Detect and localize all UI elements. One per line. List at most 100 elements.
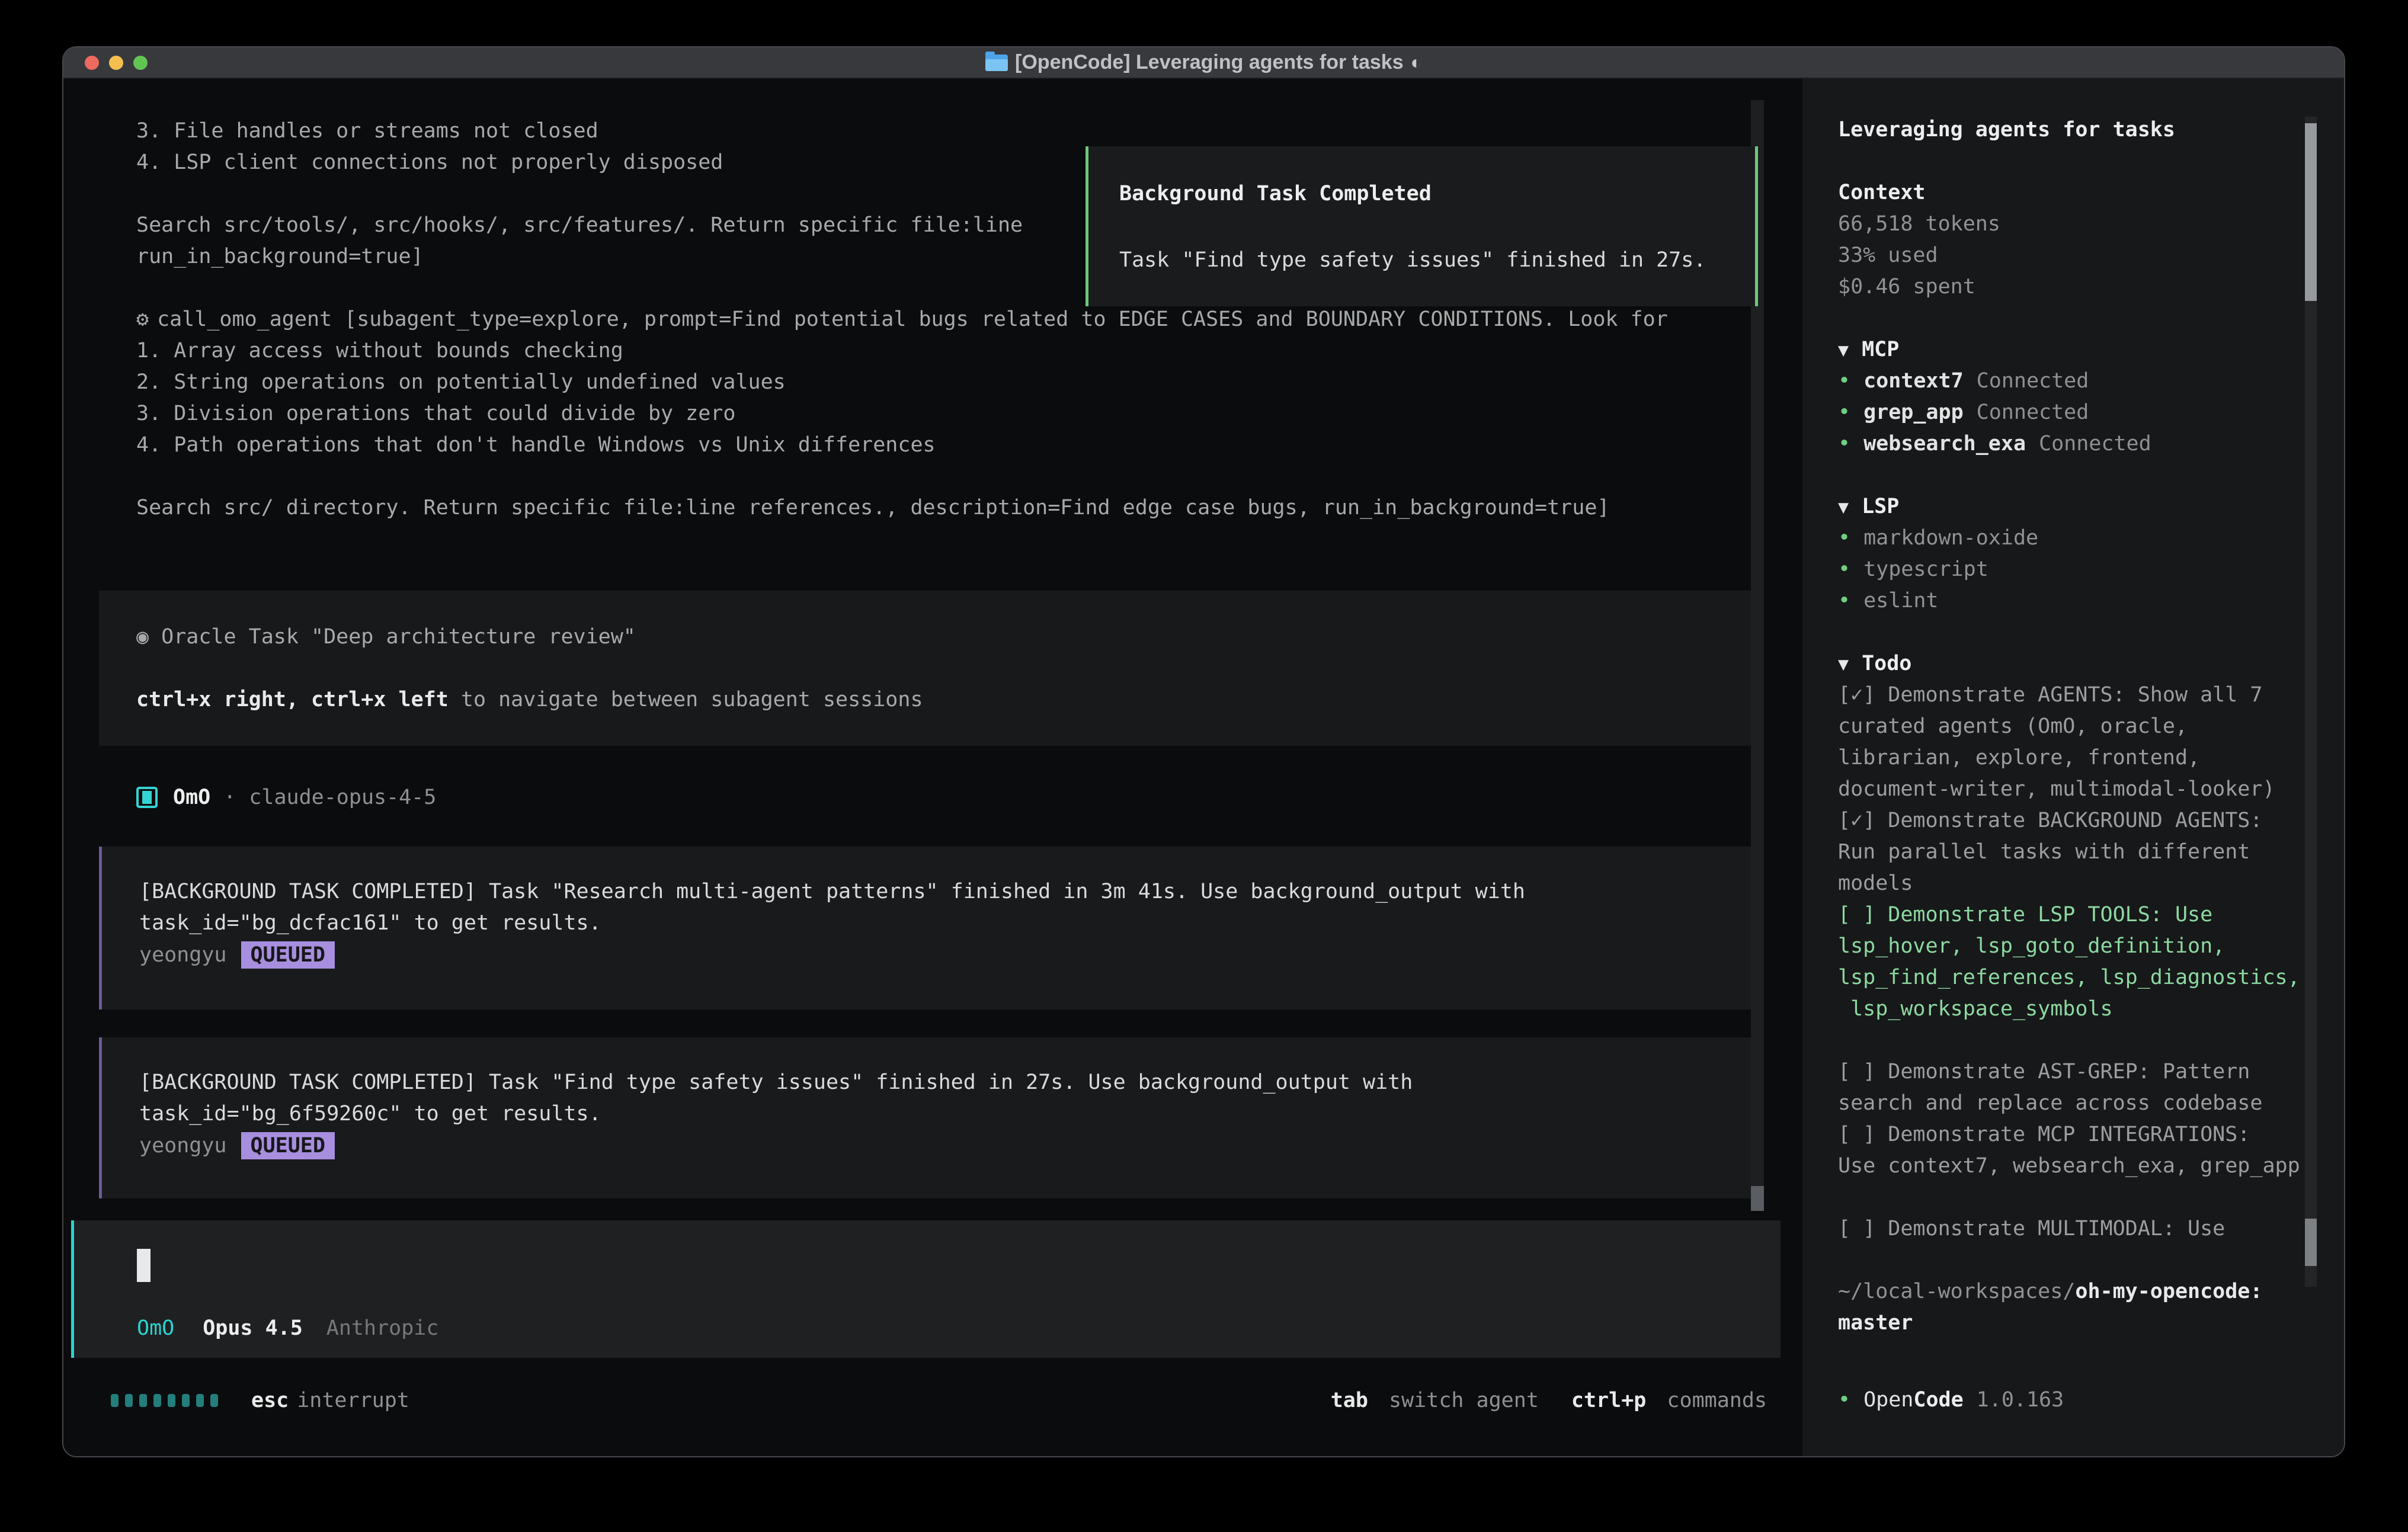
lsp-item: •typescript [1838, 554, 2344, 585]
model-row: OmO Opus 4.5 Anthropic [137, 1312, 438, 1344]
status-left: esc interrupt [111, 1384, 409, 1416]
mcp-heading-label: MCP [1862, 338, 1899, 361]
lsp-section-heading[interactable]: ▼ LSP [1838, 491, 2344, 523]
lsp-heading-label: LSP [1862, 495, 1899, 518]
todo-line: [ ] Demonstrate MULTIMODAL: Use [1838, 1213, 2344, 1245]
minimize-button[interactable] [109, 56, 123, 70]
todo-line-active: lsp_find_references, lsp_diagnostics, [1838, 962, 2344, 993]
oracle-task-panel: ◉ Oracle Task "Deep architecture review"… [99, 591, 1754, 746]
tab-key-label: switch agent [1389, 1389, 1539, 1412]
oracle-icon: ◉ [136, 625, 149, 649]
commands-key-hint: ctrl+p [1571, 1389, 1646, 1412]
sidebar-scrollbar-thumb[interactable] [2305, 123, 2317, 301]
chevron-down-icon: ▼ [1838, 654, 1849, 675]
oracle-task-title-text: Oracle Task "Deep architecture review" [149, 625, 636, 649]
queued-badge: QUEUED [241, 1132, 335, 1159]
background-task-message: [BACKGROUND TASK COMPLETED] Task "Find t… [99, 1037, 1754, 1198]
lsp-name: eslint [1863, 589, 1938, 613]
workspace-path-prefix: ~/local-workspaces/ [1838, 1280, 2075, 1303]
task-message-line: [BACKGROUND TASK COMPLETED] Task "Find t… [139, 1067, 1754, 1098]
esc-key-label: interrupt [297, 1389, 409, 1412]
agent-header: OmO · claude-opus-4-5 [136, 781, 436, 813]
chat-scrollbar-thumb[interactable] [1751, 1186, 1764, 1211]
opencode-window: [OpenCode] Leveraging agents for tasks ◐… [62, 46, 2345, 1457]
lsp-name: typescript [1863, 557, 1988, 581]
version-name-bold: Code [1913, 1388, 1963, 1412]
title-wrap: [OpenCode] Leveraging agents for tasks ◐ [985, 51, 1422, 74]
version-row: •OpenCode1.0.163 [1838, 1384, 2344, 1416]
input-provider-label: Anthropic [326, 1316, 439, 1340]
task-message-line: task_id="bg_6f59260c" to get results. [139, 1098, 1754, 1130]
todo-line: search and replace across codebase [1838, 1088, 2344, 1119]
todo-line: curated agents (OmO, oracle, [1838, 711, 2344, 742]
todo-section-heading[interactable]: ▼Todo [1838, 648, 2344, 680]
context-heading: Context [1838, 177, 2344, 209]
workspace-branch: master [1838, 1307, 2344, 1339]
todo-line: [✓] Demonstrate AGENTS: Show all 7 [1838, 680, 2344, 711]
notification-title: Background Task Completed [1119, 178, 1755, 210]
lsp-name: markdown-oxide [1863, 526, 2038, 550]
terminal-line: Search src/ directory. Return specific f… [136, 492, 1668, 524]
mcp-status: Connected [1977, 369, 2089, 393]
status-right: tab switch agent ctrl+p commands [1331, 1384, 1767, 1416]
todo-scrollbar-thumb[interactable] [2305, 1219, 2317, 1266]
todo-line: Run parallel tasks with different [1838, 836, 2344, 868]
esc-key-hint: esc [251, 1389, 289, 1412]
mcp-section-heading[interactable]: ▼ MCP [1838, 334, 2344, 366]
gear-icon: ⚙ [136, 307, 149, 331]
workspace-repo: oh-my-opencode: [2075, 1280, 2262, 1303]
content: 3. File handles or streams not closed 4.… [63, 79, 2344, 1457]
input-model-label: Opus 4.5 [203, 1316, 303, 1340]
sidebar-scrollbar[interactable] [2305, 117, 2317, 1287]
maximize-button[interactable] [133, 56, 148, 70]
todo-line: librarian, explore, frontend, [1838, 742, 2344, 774]
todo-line: [ ] Demonstrate AST-GREP: Pattern [1838, 1056, 2344, 1088]
context-tokens: 66,518 tokens [1838, 209, 2344, 240]
mcp-item: •websearch_exaConnected [1838, 428, 2344, 460]
todo-line-active: lsp_hover, lsp_goto_definition, [1838, 931, 2344, 962]
workspace-path: ~/local-workspaces/oh-my-opencode: [1838, 1276, 2344, 1307]
mcp-status: Connected [1977, 400, 2089, 424]
terminal-line: 1. Array access without bounds checking [136, 335, 1668, 367]
todo-line: [✓] Demonstrate BACKGROUND AGENTS: [1838, 805, 2344, 836]
chat-area: 3. File handles or streams not closed 4.… [63, 79, 1802, 1457]
agent-model: claude-opus-4-5 [249, 786, 436, 809]
status-dot-icon: • [1838, 432, 1850, 456]
chevron-down-icon: ▼ [1838, 340, 1849, 361]
mcp-name: websearch_exa [1863, 432, 2026, 456]
oracle-task-title: ◉ Oracle Task "Deep architecture review" [136, 621, 1754, 653]
spacer [136, 653, 1754, 684]
subagent-hint: ctrl+x right, ctrl+x left to navigate be… [136, 684, 1754, 716]
todo-line: document-writer, multimodal-looker) [1838, 774, 2344, 805]
lsp-item: •eslint [1838, 585, 2344, 617]
task-user: yeongyu [139, 943, 227, 967]
terminal-line: 2. String operations on potentially unde… [136, 367, 1668, 398]
todo-line-active: [ ] Demonstrate LSP TOOLS: Use [1838, 899, 2344, 931]
separator-dot: · [223, 786, 236, 809]
tab-key-hint: tab [1331, 1389, 1368, 1412]
progress-icon: ◐ [1411, 52, 1422, 73]
tool-call-text: call_omo_agent [subagent_type=explore, p… [157, 307, 1668, 331]
todo-line: [ ] Demonstrate MCP INTEGRATIONS: [1838, 1119, 2344, 1150]
input-agent-label: OmO [137, 1316, 174, 1340]
hint-keys: ctrl+x right, ctrl+x left [136, 688, 449, 711]
working-spinner-dots [111, 1394, 218, 1407]
todo-line: Use context7, websearch_exa, grep_app [1838, 1150, 2344, 1182]
mcp-item: •grep_appConnected [1838, 397, 2344, 428]
omo-agent-icon [136, 787, 158, 808]
version-number: 1.0.163 [1977, 1388, 2064, 1412]
notification-toast: Background Task Completed Task "Find typ… [1085, 146, 1758, 306]
context-spent: $0.46 spent [1838, 271, 2344, 303]
prompt-input[interactable]: OmO Opus 4.5 Anthropic [71, 1220, 1781, 1358]
task-meta: yeongyu QUEUED [139, 939, 1754, 970]
status-dot-icon: • [1838, 400, 1850, 424]
close-button[interactable] [85, 56, 99, 70]
task-message-line: [BACKGROUND TASK COMPLETED] Task "Resear… [139, 876, 1754, 908]
queued-badge: QUEUED [241, 941, 335, 969]
chevron-down-icon: ▼ [1838, 497, 1849, 518]
commands-key-label: commands [1667, 1389, 1767, 1412]
status-dot-icon: • [1838, 526, 1850, 550]
context-used: 33% used [1838, 240, 2344, 271]
hint-rest: to navigate between subagent sessions [449, 688, 923, 711]
notification-body: Task "Find type safety issues" finished … [1119, 245, 1755, 276]
